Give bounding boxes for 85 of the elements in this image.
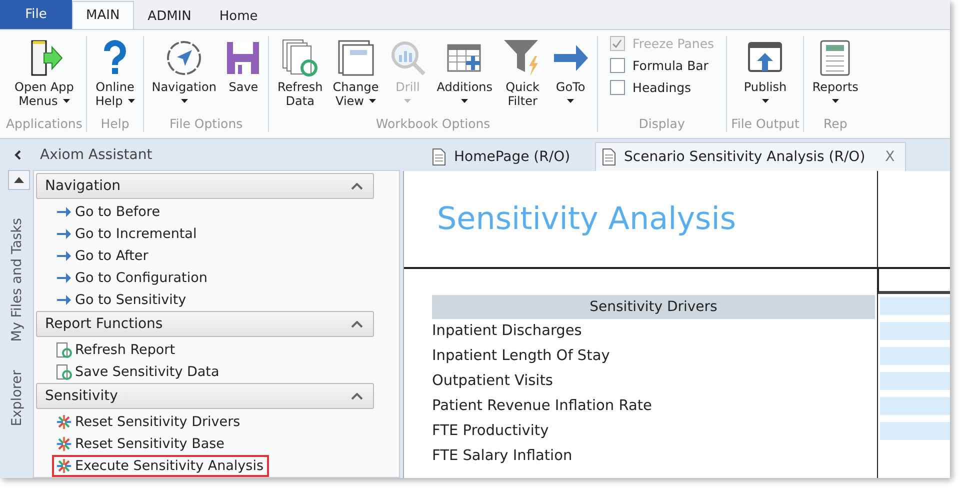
input-cell[interactable] (880, 297, 950, 315)
section-header[interactable]: Report Functions (36, 311, 374, 337)
arrow-right-icon (56, 293, 72, 307)
task-link[interactable]: Go to Before (52, 201, 166, 223)
checkbox[interactable] (610, 80, 625, 95)
sheet-title: Sensitivity Analysis (437, 201, 736, 237)
starburst-icon (56, 458, 72, 474)
magnifier-chart-icon (388, 39, 427, 77)
task-link[interactable]: Refresh Report (52, 339, 182, 361)
group-label: Rep (824, 116, 848, 132)
row-label: FTE Salary Inflation (432, 447, 574, 466)
group-label: Applications (6, 116, 82, 132)
side-tab[interactable]: Explorer (8, 370, 24, 426)
input-cell[interactable] (880, 322, 950, 340)
checkbox-label: Freeze Panes (632, 36, 714, 51)
row-label: Outpatient Visits (432, 372, 554, 391)
compass-icon (165, 39, 204, 77)
refresh-document-icon (281, 38, 320, 78)
arrow-right-icon (56, 205, 72, 219)
column-header: Sensitivity Drivers (432, 295, 875, 319)
save-icon (226, 41, 260, 75)
upload-window-icon (747, 41, 784, 75)
scroll-up-button[interactable] (8, 170, 30, 190)
table-plus-icon (446, 42, 483, 74)
document-tab[interactable]: Scenario Sensitivity Analysis (R/O) X (595, 142, 906, 171)
arrow-right-icon (552, 43, 589, 73)
ribbon-button[interactable]: Save (222, 36, 264, 116)
group-label: Help (100, 116, 130, 132)
arrow-right-icon (56, 227, 72, 241)
arrow-right-icon (56, 271, 72, 285)
ribbon-tab[interactable]: ADMIN (134, 2, 206, 29)
task-link[interactable]: Go to Sensitivity (52, 289, 192, 311)
input-cell[interactable] (880, 347, 950, 365)
checkbox-label: Formula Bar (632, 58, 708, 73)
ribbon-tab[interactable]: Home (205, 2, 272, 29)
starburst-icon (56, 414, 72, 430)
group-label: Workbook Options (376, 116, 490, 132)
input-cell[interactable] (880, 372, 950, 390)
arrow-right-icon (56, 249, 72, 263)
document-icon (432, 148, 446, 166)
ribbon-button[interactable]: Quick Filter (498, 36, 547, 116)
panel-title: Axiom Assistant (40, 146, 152, 162)
checkbox-label: Headings (632, 80, 692, 95)
report-list-icon (818, 39, 852, 77)
row-label: Inpatient Length Of Stay (432, 347, 611, 366)
file-tab[interactable]: File (0, 0, 72, 29)
section-header[interactable]: Sensitivity (36, 383, 374, 409)
group-label: File Options (170, 116, 243, 132)
triangle-up-icon (14, 177, 24, 183)
row-label: Patient Revenue Inflation Rate (432, 397, 653, 416)
side-tab[interactable]: My Files and Tasks (8, 218, 24, 342)
checkbox[interactable] (610, 58, 625, 73)
task-link[interactable]: Reset Sensitivity Drivers (52, 411, 246, 433)
starburst-icon (56, 436, 72, 452)
document-icon (56, 364, 72, 380)
task-link[interactable]: Reset Sensitivity Base (52, 433, 230, 455)
row-label: Inpatient Discharges (432, 322, 583, 341)
ribbon-tab[interactable]: MAIN (72, 1, 134, 29)
input-cell[interactable] (880, 397, 950, 415)
ribbon-button[interactable]: Navigation (148, 36, 220, 116)
task-link[interactable]: Go to Incremental (52, 223, 203, 245)
task-link[interactable]: Go to Configuration (52, 267, 214, 289)
collapse-icon[interactable] (14, 150, 22, 160)
task-link[interactable]: Execute Sensitivity Analysis (52, 455, 270, 477)
group-label: Display (638, 116, 685, 132)
group-label: File Output (731, 116, 800, 132)
document-tab[interactable]: HomePage (R/O) (425, 142, 593, 171)
ribbon-button[interactable]: Publish (740, 36, 791, 116)
input-cell[interactable] (880, 422, 950, 440)
close-button[interactable]: X (885, 149, 895, 165)
ribbon-button[interactable]: Reports (808, 36, 862, 116)
ribbon-button[interactable]: Open App Menus (10, 36, 78, 116)
ribbon-button[interactable]: GoTo (548, 36, 593, 116)
ribbon-button[interactable]: Online Help (91, 36, 139, 116)
task-link[interactable]: Save Sensitivity Data (52, 361, 226, 383)
window-stack-icon (336, 39, 375, 77)
ribbon-button[interactable]: Refresh Data (273, 36, 327, 116)
section-header[interactable]: Navigation (36, 173, 374, 199)
column-header (878, 269, 950, 294)
document-icon (56, 342, 72, 358)
ribbon-button[interactable]: Additions (432, 36, 497, 116)
task-link[interactable]: Go to After (52, 245, 154, 267)
row-label: FTE Productivity (432, 422, 550, 441)
document-icon (602, 148, 616, 166)
ribbon-button[interactable]: Change View (328, 36, 383, 116)
